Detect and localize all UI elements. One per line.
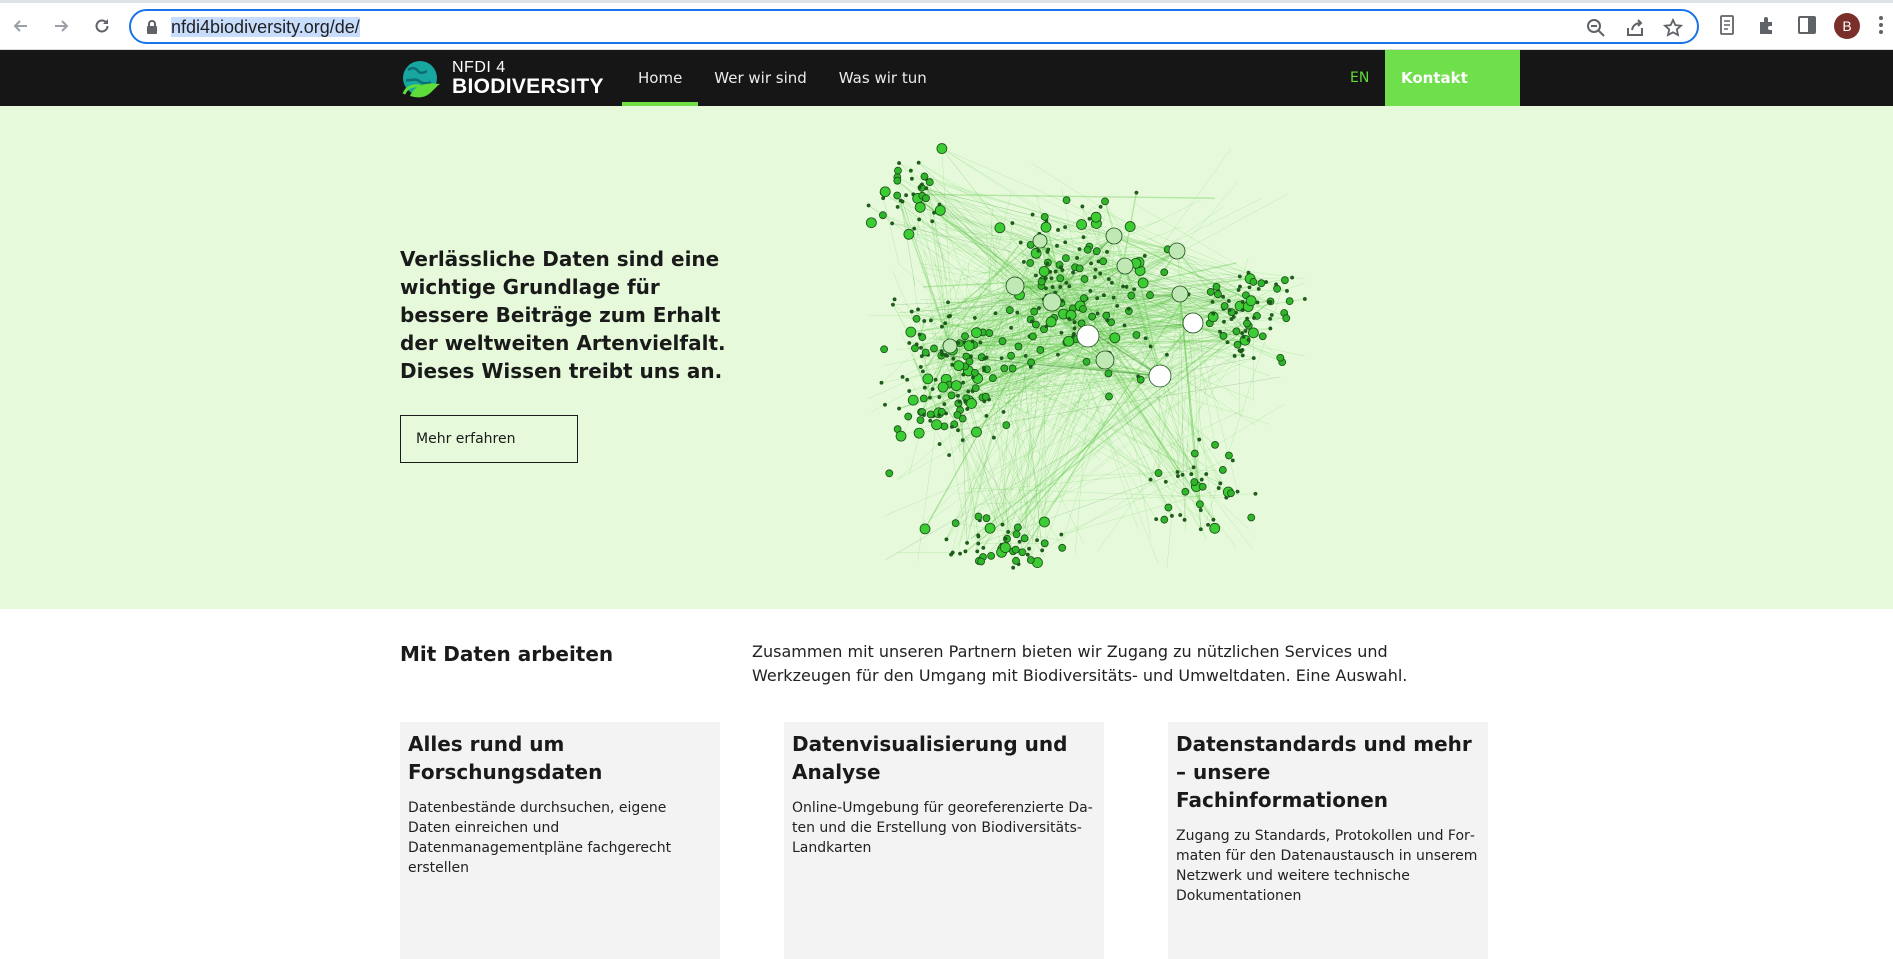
- hero-headline: Verlässliche Daten sind eine wichtige Gr…: [400, 247, 726, 383]
- card-text: Zugang zu Standards, Protokollen und For…: [1176, 828, 1478, 904]
- card-visualization[interactable]: Datenvisualisierung und Analyse Online-U…: [784, 722, 1104, 959]
- logo-line-2: BIODIVERSITY: [452, 74, 604, 98]
- site-header: NFDI 4 BIODIVERSITY Home Wer wir sind Wa…: [0, 50, 1893, 106]
- main-nav: Home Wer wir sind Was wir tun: [622, 50, 943, 106]
- share-icon[interactable]: [1625, 18, 1645, 38]
- nav-item-wer-wir-sind[interactable]: Wer wir sind: [698, 50, 823, 106]
- card-text: Online-Umgebung für georeferenzierte Da­…: [792, 800, 1093, 856]
- network-graph-illustration: [865, 143, 1307, 570]
- card-text: Datenbestände durchsuchen, eigene Daten …: [408, 800, 672, 876]
- lock-icon: [147, 20, 157, 34]
- extensions-icon[interactable]: [1756, 14, 1778, 36]
- zoom-icon[interactable]: [1586, 18, 1606, 38]
- menu-kebab-icon[interactable]: [1878, 15, 1884, 35]
- address-bar[interactable]: nfdi4biodiversity.org/de/: [129, 9, 1699, 44]
- section-title: Mit Daten arbeiten: [400, 642, 614, 666]
- tab-strip: [0, 0, 1893, 3]
- reload-icon[interactable]: [88, 12, 116, 40]
- profile-avatar[interactable]: B: [1834, 13, 1860, 39]
- card-title: Alles rund um Forschungsdaten: [408, 732, 603, 784]
- browser-toolbar: nfdi4biodiversity.org/de/ B: [0, 0, 1893, 50]
- language-switch[interactable]: EN: [1350, 50, 1369, 106]
- card-research-data[interactable]: Alles rund um Forschungsdaten Datenbestä…: [400, 722, 720, 959]
- bookmark-star-icon[interactable]: [1663, 18, 1683, 38]
- nav-item-home[interactable]: Home: [622, 50, 699, 106]
- card-title: Datenvisualisierung und Analyse: [792, 732, 1068, 784]
- side-panel-icon[interactable]: [1796, 14, 1818, 36]
- section-intro: Zusammen mit unseren Partnern bieten wir…: [752, 642, 1408, 685]
- back-icon[interactable]: [7, 12, 35, 40]
- more-info-button[interactable]: Mehr erfahren: [400, 415, 578, 463]
- globe-leaf-logo-icon: [402, 61, 440, 98]
- card-standards[interactable]: Datenstandards und mehr – unsere Fachinf…: [1168, 722, 1488, 959]
- card-title: Datenstandards und mehr – unsere Fachinf…: [1176, 732, 1472, 812]
- url-text[interactable]: nfdi4biodiversity.org/de/: [171, 17, 360, 38]
- forward-icon[interactable]: [47, 12, 75, 40]
- logo-line-1: NFDI 4: [452, 58, 506, 76]
- site-logo[interactable]: NFDI 4 BIODIVERSITY: [400, 58, 604, 98]
- nav-item-was-wir-tun[interactable]: Was wir tun: [823, 50, 943, 106]
- hero-section: Verlässliche Daten sind eine wichtige Gr…: [0, 106, 1893, 609]
- reader-icon[interactable]: [1716, 14, 1738, 36]
- contact-button[interactable]: Kontakt: [1385, 50, 1520, 106]
